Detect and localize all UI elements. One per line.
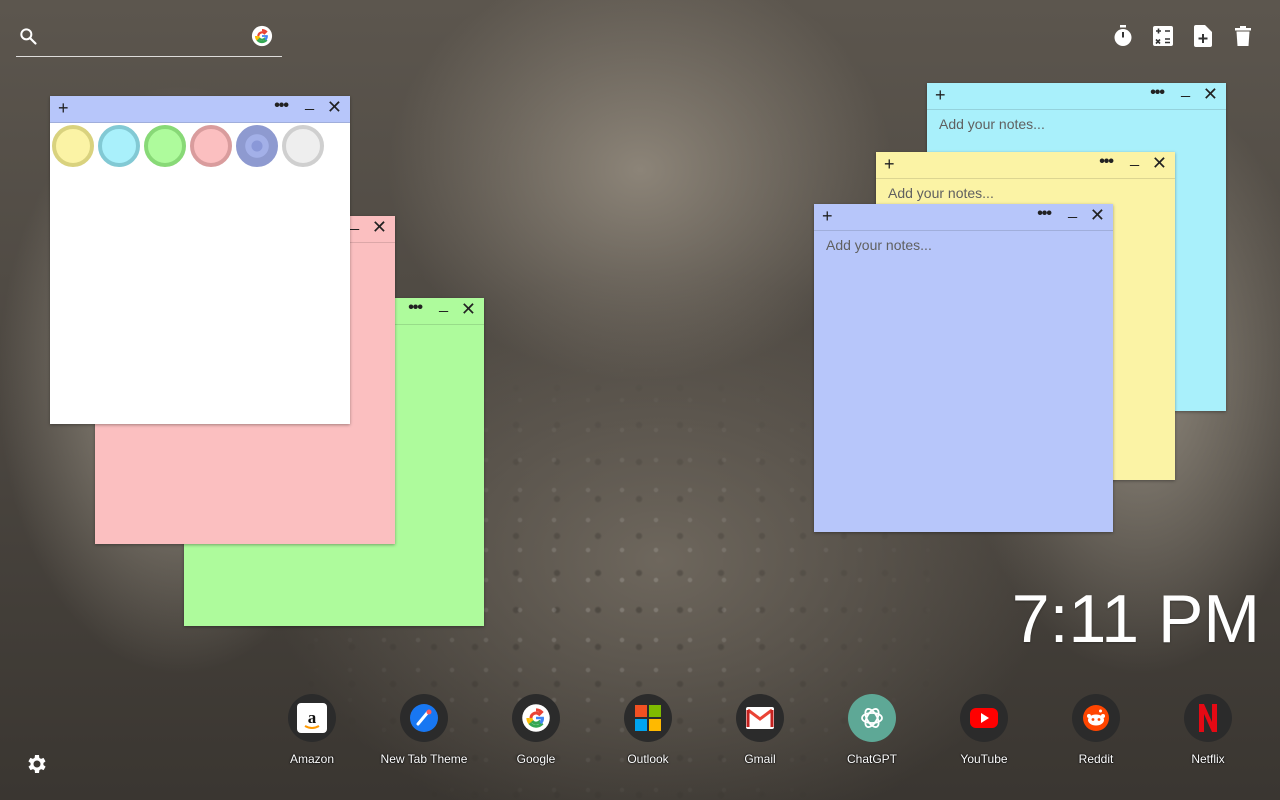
add-note-button[interactable]: +: [935, 86, 946, 104]
color-swatch-pink[interactable]: [190, 125, 232, 167]
shortcut-label: Google: [516, 752, 556, 766]
add-note-button[interactable]: +: [884, 155, 895, 173]
note-header: + ••• _ ✕: [50, 94, 350, 123]
note-menu-button[interactable]: •••: [274, 97, 289, 115]
gmail-icon: [736, 694, 784, 742]
youtube-icon: [960, 694, 1008, 742]
color-swatch-blue[interactable]: [98, 125, 140, 167]
shortcut-label: Reddit: [1078, 752, 1114, 766]
close-button[interactable]: ✕: [461, 300, 476, 318]
note-menu-button[interactable]: •••: [1037, 205, 1052, 223]
close-button[interactable]: ✕: [372, 218, 387, 236]
shortcut-dock: a Amazon New Tab Theme Google Outlook Gm…: [256, 694, 1264, 774]
color-swatch-green[interactable]: [144, 125, 186, 167]
new-tab-theme-icon: [400, 694, 448, 742]
shortcut-chatgpt[interactable]: ChatGPT: [816, 694, 928, 766]
google-icon: [512, 694, 560, 742]
minimize-button[interactable]: _: [1130, 150, 1139, 168]
color-swatch-yellow[interactable]: [52, 125, 94, 167]
shortcut-youtube[interactable]: YouTube: [928, 694, 1040, 766]
calculator-icon[interactable]: [1152, 24, 1174, 48]
minimize-button[interactable]: _: [305, 94, 314, 112]
note-header: + ••• _ ✕: [814, 202, 1113, 231]
shortcut-gmail[interactable]: Gmail: [704, 694, 816, 766]
search-bar: [16, 22, 282, 57]
note-textarea[interactable]: [824, 235, 1107, 527]
close-button[interactable]: ✕: [1203, 85, 1218, 103]
minimize-button[interactable]: _: [350, 214, 359, 232]
note-menu-button[interactable]: •••: [1099, 153, 1114, 171]
toolbar: [1112, 24, 1254, 48]
svg-text:a: a: [308, 708, 317, 727]
add-note-icon[interactable]: [1192, 24, 1214, 48]
minimize-button[interactable]: _: [1068, 202, 1077, 220]
trash-icon[interactable]: [1232, 24, 1254, 48]
shortcut-label: Gmail: [744, 752, 776, 766]
note-header: + ••• _ ✕: [927, 81, 1226, 110]
sticky-note-white[interactable]: + ••• _ ✕: [50, 94, 350, 424]
chatgpt-icon: [848, 694, 896, 742]
shortcut-netflix[interactable]: Netflix: [1152, 694, 1264, 766]
note-menu-button[interactable]: •••: [408, 299, 423, 317]
shortcut-amazon[interactable]: a Amazon: [256, 694, 368, 766]
google-icon[interactable]: [251, 25, 273, 47]
shortcut-label: ChatGPT: [846, 752, 897, 766]
outlook-icon: [624, 694, 672, 742]
note-menu-button[interactable]: •••: [1150, 84, 1165, 102]
minimize-button[interactable]: _: [1181, 81, 1190, 99]
amazon-icon: a: [288, 694, 336, 742]
netflix-icon: [1184, 694, 1232, 742]
shortcut-outlook[interactable]: Outlook: [592, 694, 704, 766]
color-palette: [50, 123, 350, 167]
color-swatch-grey[interactable]: [282, 125, 324, 167]
minimize-button[interactable]: _: [439, 296, 448, 314]
close-button[interactable]: ✕: [1152, 154, 1167, 172]
shortcut-label: YouTube: [960, 752, 1008, 766]
reddit-icon: [1072, 694, 1120, 742]
add-note-button[interactable]: +: [822, 207, 833, 225]
shortcut-new-tab-theme[interactable]: New Tab Theme: [368, 694, 480, 766]
gear-icon[interactable]: [24, 752, 48, 776]
color-swatch-indigo[interactable]: [236, 125, 278, 167]
search-input[interactable]: [52, 24, 256, 50]
shortcut-label: New Tab Theme: [380, 752, 468, 766]
shortcut-google[interactable]: Google: [480, 694, 592, 766]
note-header: + ••• _ ✕: [876, 150, 1175, 179]
shortcut-reddit[interactable]: Reddit: [1040, 694, 1152, 766]
timer-icon[interactable]: [1112, 24, 1134, 48]
sticky-note-indigo[interactable]: + ••• _ ✕: [814, 202, 1113, 532]
clock: 7:11 PM: [1011, 581, 1260, 657]
close-button[interactable]: ✕: [1090, 206, 1105, 224]
shortcut-label: Amazon: [289, 752, 335, 766]
close-button[interactable]: ✕: [327, 98, 342, 116]
shortcut-label: Netflix: [1191, 752, 1225, 766]
shortcut-label: Outlook: [627, 752, 669, 766]
add-note-button[interactable]: +: [58, 99, 69, 117]
search-icon[interactable]: [18, 26, 38, 46]
